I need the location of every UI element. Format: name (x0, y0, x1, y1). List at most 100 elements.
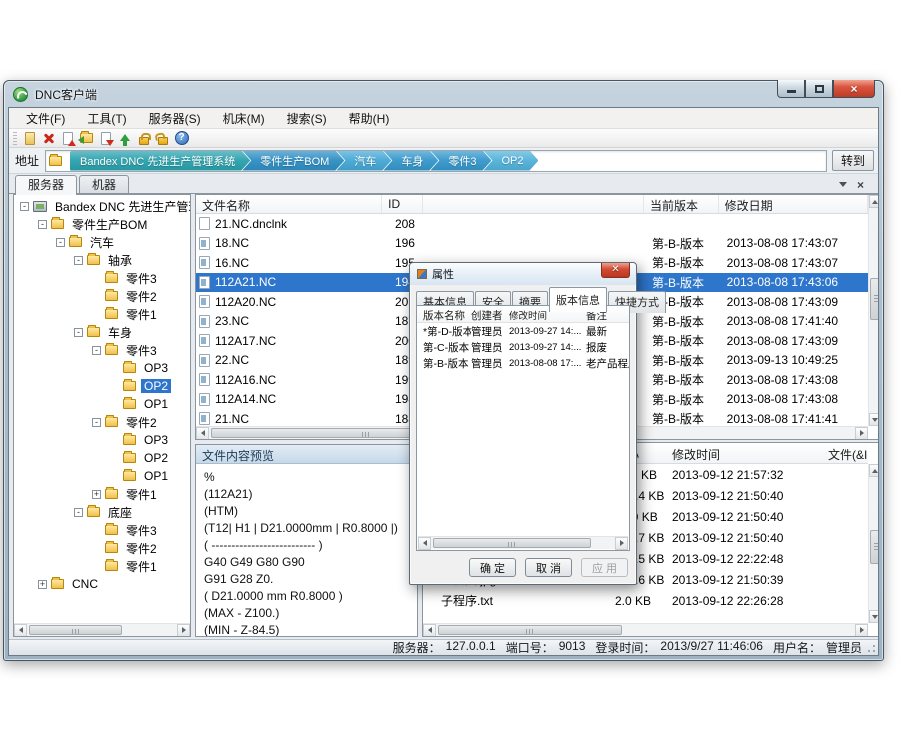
scroll-up-arrow[interactable] (869, 195, 880, 208)
close-icon[interactable]: × (857, 180, 864, 190)
menu-item[interactable]: 文件(F) (15, 108, 76, 129)
tree-item[interactable]: 零件1 (14, 557, 190, 575)
collapse-icon[interactable]: - (74, 328, 83, 337)
column-header[interactable]: 当前版本 (644, 195, 719, 213)
tree-item[interactable]: -轴承 (14, 251, 190, 269)
menu-item[interactable]: 工具(T) (76, 108, 137, 129)
collapse-icon[interactable]: - (92, 418, 101, 427)
scroll-thumb[interactable] (433, 538, 591, 548)
tree-item[interactable]: OP2 (14, 449, 190, 467)
collapse-icon[interactable]: - (74, 256, 83, 265)
tree-item[interactable]: +零件1 (14, 485, 190, 503)
scroll-right-arrow[interactable] (855, 624, 868, 637)
upload-icon[interactable] (116, 130, 133, 147)
go-button[interactable]: 转到 (832, 150, 874, 171)
breadcrumb-segment[interactable]: OP2 (483, 151, 538, 171)
column-header[interactable]: 版本名称 (417, 308, 471, 322)
tree-item[interactable]: OP1 (14, 395, 190, 413)
tree-item[interactable]: -汽车 (14, 233, 190, 251)
scroll-left-arrow[interactable] (196, 427, 209, 440)
tree-item[interactable]: 零件3 (14, 269, 190, 287)
scroll-right-arrow[interactable] (855, 427, 868, 440)
close-button[interactable]: × (833, 80, 875, 98)
column-header[interactable]: 创建者 (471, 308, 509, 322)
file-list-header[interactable]: 文件名称ID 当前版本修改日期 (196, 195, 868, 214)
scroll-down-arrow[interactable] (869, 610, 880, 623)
titlebar[interactable]: DNC客户端 × (4, 81, 883, 107)
breadcrumb-segment[interactable]: 零件3 (430, 151, 491, 171)
ok-button[interactable]: 确 定 (469, 558, 516, 577)
breadcrumb-segment[interactable]: 零件生产BOM (242, 151, 344, 171)
new-document-icon[interactable] (21, 130, 38, 147)
scroll-right-arrow[interactable] (177, 624, 190, 637)
collapse-icon[interactable]: - (92, 346, 101, 355)
attachments-horizontal-scrollbar[interactable] (423, 623, 868, 636)
minimize-button[interactable] (777, 80, 805, 98)
tree-item[interactable]: 零件2 (14, 539, 190, 557)
open-folder-icon[interactable] (78, 130, 95, 147)
collapse-icon[interactable]: - (38, 220, 47, 229)
column-header[interactable]: 修改时间 (672, 446, 828, 463)
attachments-vertical-scrollbar[interactable] (868, 464, 879, 623)
menu-item[interactable]: 服务器(S) (138, 108, 212, 129)
dialog-tab-版本信息[interactable]: 版本信息 (549, 287, 607, 312)
menu-item[interactable]: 搜索(S) (276, 108, 338, 129)
tree-item[interactable]: 零件2 (14, 287, 190, 305)
tree-item[interactable]: -车身 (14, 323, 190, 341)
resize-grip[interactable] (867, 644, 876, 653)
scroll-left-arrow[interactable] (423, 624, 436, 637)
collapse-icon[interactable]: - (74, 508, 83, 517)
address-field[interactable]: Bandex DNC 先进生产管理系统零件生产BOM汽车车身零件3OP2 (45, 150, 827, 172)
dialog-close-button[interactable]: ✕ (601, 263, 630, 278)
column-header[interactable]: ID (382, 195, 423, 213)
breadcrumb-segment[interactable]: 汽车 (336, 151, 391, 171)
breadcrumb-segment[interactable]: 车身 (383, 151, 438, 171)
collapse-icon[interactable]: - (56, 238, 65, 247)
column-header[interactable]: 修改日期 (719, 195, 868, 213)
scroll-thumb[interactable] (438, 625, 622, 635)
tree-item[interactable]: OP1 (14, 467, 190, 485)
tree-item[interactable]: -零件3 (14, 341, 190, 359)
toolbar-grip[interactable] (13, 132, 17, 145)
file-list-vertical-scrollbar[interactable] (868, 195, 879, 426)
tree-item[interactable]: OP3 (14, 431, 190, 449)
tab-机器[interactable]: 机器 (79, 175, 129, 194)
menu-item[interactable]: 机床(M) (212, 108, 276, 129)
tree-item[interactable]: 零件3 (14, 521, 190, 539)
delete-icon[interactable] (40, 130, 57, 147)
column-header[interactable] (423, 195, 644, 213)
chevron-down-icon[interactable] (839, 182, 847, 191)
file-row[interactable]: 21.NC.dnclnk208 (196, 214, 868, 234)
scroll-right-arrow[interactable] (615, 537, 628, 550)
column-header[interactable]: 文件名称 (196, 195, 382, 213)
cancel-button[interactable]: 取 消 (525, 558, 572, 577)
tree-item[interactable]: -底座 (14, 503, 190, 521)
tree-item[interactable]: OP2 (14, 377, 190, 395)
scroll-thumb[interactable] (29, 625, 122, 635)
scroll-thumb[interactable] (870, 530, 879, 564)
tree-horizontal-scrollbar[interactable] (14, 623, 190, 636)
collapse-icon[interactable]: - (20, 202, 29, 211)
dialog-horizontal-scrollbar[interactable] (418, 536, 628, 549)
expand-icon[interactable]: + (92, 490, 101, 499)
scroll-up-arrow[interactable] (869, 464, 880, 477)
tree-item[interactable]: -Bandex DNC 先进生产管理系统 (14, 197, 190, 215)
tree-item[interactable]: +CNC (14, 575, 190, 593)
version-row[interactable]: 第-C-版本管理员2013-09-27 14:...报废 (417, 339, 629, 355)
expand-icon[interactable]: + (38, 580, 47, 589)
version-row[interactable]: *第-D-版本管理员2013-09-27 14:...最新 (417, 323, 629, 339)
breadcrumb-segment[interactable]: Bandex DNC 先进生产管理系统 (70, 151, 250, 171)
tree-item[interactable]: -零件生产BOM (14, 215, 190, 233)
file-row[interactable]: 18.NC196第-B-版本2013-08-08 17:43:07 (196, 234, 868, 254)
tab-服务器[interactable]: 服务器 (15, 175, 77, 195)
unlock-icon[interactable] (154, 130, 171, 147)
menu-item[interactable]: 帮助(H) (338, 108, 401, 129)
scroll-left-arrow[interactable] (418, 537, 431, 550)
scroll-left-arrow[interactable] (14, 624, 27, 637)
checkin-document-icon[interactable] (59, 130, 76, 147)
tree-item[interactable]: OP3 (14, 359, 190, 377)
checkout-document-icon[interactable] (97, 130, 114, 147)
version-row[interactable]: 第-B-版本管理员2013-08-08 17:...老产品程序 (417, 355, 629, 371)
tree-item[interactable]: 零件1 (14, 305, 190, 323)
maximize-button[interactable] (805, 80, 833, 98)
